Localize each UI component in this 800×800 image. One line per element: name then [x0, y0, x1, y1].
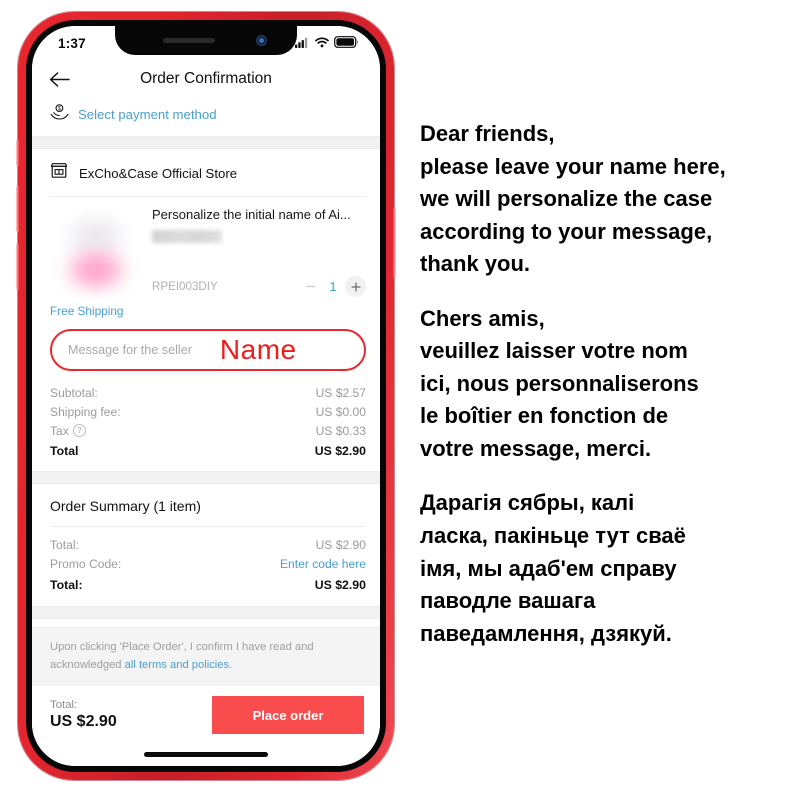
- product-sku: RPEI003DIY: [152, 280, 218, 293]
- price-label-wrapper: Tax ?: [50, 424, 86, 438]
- product-variant-redacted: [152, 230, 222, 244]
- price-label: Tax: [50, 423, 69, 438]
- silent-switch-button[interactable]: [16, 140, 19, 166]
- price-breakdown-list: Subtotal: US $2.57 Shipping fee: US $0.0…: [32, 371, 380, 471]
- summary-label: Total:: [50, 538, 79, 552]
- summary-row-total: Total: US $2.90: [50, 536, 366, 555]
- seller-message-placeholder: Message for the seller: [68, 343, 192, 357]
- summary-value: US $2.90: [314, 577, 366, 592]
- power-button[interactable]: [393, 208, 396, 278]
- battery-icon: [334, 35, 359, 53]
- home-indicator[interactable]: [32, 738, 380, 766]
- price-row-tax: Tax ? US $0.33: [50, 421, 366, 440]
- store-row[interactable]: ExCho&Case Official Store: [32, 149, 380, 196]
- summary-label: Promo Code:: [50, 557, 122, 571]
- status-bar-icons: [295, 35, 359, 53]
- volume-up-button[interactable]: [16, 186, 19, 232]
- back-arrow-icon: [49, 71, 70, 87]
- checkout-bar: Total: US $2.90 Place order: [32, 686, 380, 738]
- price-label: Shipping fee:: [50, 404, 121, 419]
- price-value: US $0.33: [315, 423, 366, 438]
- product-row[interactable]: Personalize the initial name of Ai... RP…: [32, 197, 380, 299]
- order-summary-section: Order Summary (1 item) Total: US $2.90 P…: [32, 484, 380, 607]
- product-thumbnail-image: [56, 211, 136, 291]
- summary-value: US $2.90: [315, 538, 366, 552]
- phone-bezel: 1:37 Order Confirmation $ Select payment…: [26, 20, 386, 772]
- product-info: Personalize the initial name of Ai... RP…: [142, 207, 366, 299]
- volume-down-button[interactable]: [16, 244, 19, 290]
- help-question-icon[interactable]: ?: [72, 424, 86, 437]
- home-indicator-bar: [144, 752, 268, 757]
- place-order-button[interactable]: Place order: [212, 696, 364, 734]
- terms-text-after: .: [229, 658, 233, 671]
- quantity-value: 1: [329, 279, 337, 294]
- price-label: Total: [50, 444, 79, 458]
- name-annotation: Name: [219, 334, 297, 365]
- product-title: Personalize the initial name of Ai...: [152, 207, 351, 222]
- enter-promo-code-link[interactable]: Enter code here: [280, 557, 366, 571]
- instruction-text-french: Chers amis, veuillez laisser votre nom i…: [420, 305, 699, 461]
- instruction-note-panel: Dear friends, please leave your name her…: [420, 118, 798, 650]
- status-bar-time: 1:37: [58, 35, 86, 51]
- price-value: US $0.00: [315, 404, 366, 419]
- section-divider-band: [32, 470, 380, 484]
- price-row-shipping-fee: Shipping fee: US $0.00: [50, 402, 366, 421]
- checkout-total-group: Total: US $2.90: [50, 699, 117, 731]
- phone-screen: 1:37 Order Confirmation $ Select payment…: [32, 26, 380, 766]
- svg-text:$: $: [58, 106, 61, 112]
- divider: [50, 525, 366, 527]
- price-value: US $2.90: [314, 444, 366, 458]
- select-payment-method-label: Select payment method: [78, 106, 217, 122]
- checkout-total-label: Total:: [50, 699, 78, 711]
- order-confirmation-app: Order Confirmation $ Select payment meth…: [32, 26, 380, 766]
- terms-disclaimer: Upon clicking 'Place Order', I confirm I…: [32, 627, 380, 686]
- order-summary-title: Order Summary (1 item): [50, 497, 201, 514]
- navigation-bar: Order Confirmation: [32, 58, 380, 100]
- earpiece-speaker-icon: [163, 38, 215, 43]
- summary-row-promo-code: Promo Code: Enter code here: [50, 555, 366, 574]
- wifi-icon: [315, 35, 329, 53]
- store-name: ExCho&Case Official Store: [79, 165, 238, 181]
- quantity-increase-button[interactable]: [345, 276, 366, 297]
- minus-icon: [305, 285, 316, 288]
- all-terms-and-policies-link[interactable]: all terms and policies: [125, 659, 229, 671]
- section-divider-band: [32, 136, 380, 149]
- price-row-subtotal: Subtotal: US $2.57: [50, 383, 366, 402]
- price-value: US $2.57: [315, 385, 366, 400]
- product-thumbnail[interactable]: [50, 207, 142, 299]
- select-payment-method-row[interactable]: $ Select payment method: [32, 100, 380, 136]
- quantity-decrease-button[interactable]: [300, 276, 321, 297]
- phone-device-frame: 1:37 Order Confirmation $ Select payment…: [16, 12, 396, 780]
- payment-money-icon: $: [50, 103, 69, 125]
- seller-message-input[interactable]: Message for the seller Name: [50, 329, 366, 371]
- back-button[interactable]: [44, 64, 74, 94]
- product-bottom-row: RPEI003DIY 1: [152, 276, 366, 299]
- section-divider-band: [32, 606, 380, 619]
- price-row-total: Total US $2.90: [50, 440, 366, 461]
- instruction-text-belarusian: Дарагія сябры, калі ласка, пакіньце тут …: [420, 490, 686, 646]
- quantity-stepper: 1: [300, 276, 366, 297]
- front-camera-icon: [256, 35, 267, 46]
- cellular-signal-icon: [295, 35, 310, 53]
- price-label: Subtotal:: [50, 385, 98, 400]
- summary-label: Total:: [50, 577, 83, 592]
- phone-notch: [115, 26, 297, 55]
- page-title: Order Confirmation: [140, 70, 272, 87]
- instruction-text-english: Dear friends, please leave your name her…: [420, 121, 726, 277]
- page-scroll-area[interactable]: Order Confirmation $ Select payment meth…: [32, 26, 380, 627]
- store-front-icon: [50, 162, 68, 184]
- summary-row-grand-total: Total: US $2.90: [50, 574, 366, 595]
- checkout-total-value: US $2.90: [50, 713, 117, 730]
- free-shipping-label[interactable]: Free Shipping: [32, 299, 380, 327]
- plus-icon: [350, 281, 361, 292]
